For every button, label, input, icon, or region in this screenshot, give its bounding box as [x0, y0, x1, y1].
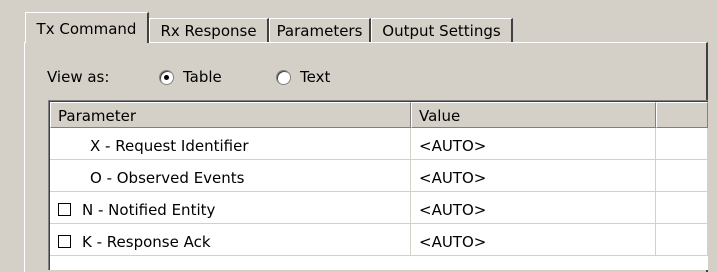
tab-rx-response[interactable]: Rx Response — [149, 18, 269, 42]
column-header-parameter[interactable]: Parameter — [50, 102, 411, 128]
column-header-spacer — [656, 102, 708, 128]
view-text-label: Text — [300, 68, 331, 86]
parameter-cell: X - Request Identifier — [50, 128, 411, 160]
value-cell[interactable]: <AUTO> — [411, 128, 656, 160]
extra-cell — [656, 224, 708, 256]
parameter-cell: N - Notified Entity — [50, 192, 411, 224]
view-text-radio[interactable]: Text — [276, 68, 330, 86]
view-table-label: Table — [183, 68, 222, 86]
value-cell[interactable]: <AUTO> — [411, 160, 656, 192]
table-header: Parameter Value — [50, 102, 708, 128]
extra-cell — [656, 160, 708, 192]
table-row[interactable]: K - Response Ack <AUTO> — [50, 224, 708, 256]
radio-checked-icon — [159, 69, 174, 85]
tab-bar: Tx Command Rx Response Parameters Output… — [25, 12, 705, 43]
tab-tx-command[interactable]: Tx Command — [25, 12, 149, 43]
table-row[interactable]: X - Request Identifier <AUTO> — [50, 128, 708, 160]
extra-cell — [656, 128, 708, 160]
table-row[interactable]: N - Notified Entity <AUTO> — [50, 192, 708, 224]
value-cell[interactable]: <AUTO> — [411, 224, 656, 256]
column-header-value[interactable]: Value — [411, 102, 656, 128]
parameter-cell: K - Response Ack — [50, 224, 411, 256]
radio-unchecked-icon — [276, 69, 291, 85]
parameter-table[interactable]: Parameter Value X - Request Identifier <… — [48, 100, 708, 270]
parameter-cell: O - Observed Events — [50, 160, 411, 192]
tab-parameters[interactable]: Parameters — [269, 18, 371, 42]
view-table-radio[interactable]: Table — [159, 68, 222, 86]
view-as-label: View as: — [47, 68, 110, 86]
extra-cell — [656, 192, 708, 224]
value-cell[interactable]: <AUTO> — [411, 192, 656, 224]
table-row[interactable]: O - Observed Events <AUTO> — [50, 160, 708, 192]
tab-output-settings[interactable]: Output Settings — [371, 18, 513, 42]
